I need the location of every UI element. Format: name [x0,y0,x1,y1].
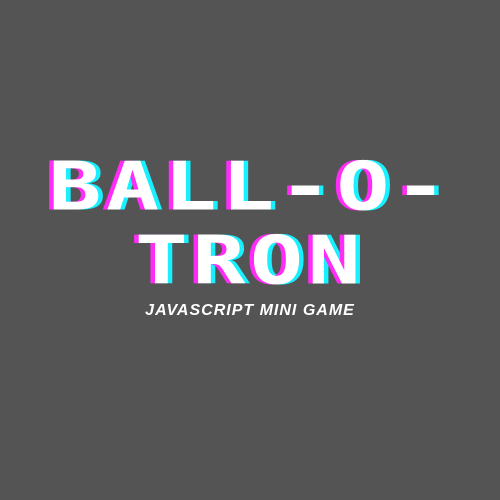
title-line-2: TRON [134,222,366,300]
subtitle-text: JAVASCRIPT MINI GAME [145,302,355,319]
game-title: BALL-O- TRON [0,148,500,300]
title-line-1: BALL-O- [48,148,452,226]
title-card: BALL-O- TRON JAVASCRIPT MINI GAME [0,0,500,500]
